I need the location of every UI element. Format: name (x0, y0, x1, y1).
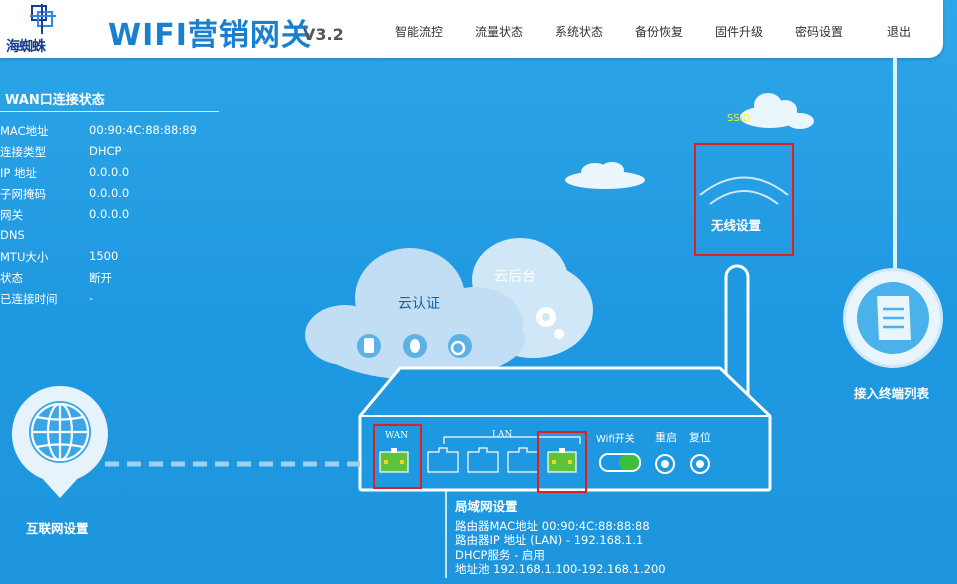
status-value: 0.0.0.0 (89, 207, 130, 221)
lan-info-line: DHCP服务 - 启用 (455, 547, 545, 562)
status-key: MAC地址 (0, 124, 49, 138)
status-value: 00:90:4C:88:88:89 (89, 123, 197, 137)
status-key: 子网掩码 (0, 187, 46, 201)
status-value: 断开 (89, 271, 112, 285)
status-value: 1500 (89, 249, 119, 263)
lan-port-highlight[interactable] (537, 431, 587, 493)
reboot-label: 重启 (655, 431, 677, 444)
wireless-settings-button[interactable]: 无线设置 (694, 143, 794, 256)
cloud-backend-label[interactable]: 云后台 (494, 266, 536, 286)
lan-info-line: 路由器IP 地址 (LAN) - 192.168.1.1 (455, 533, 644, 547)
status-value: 0.0.0.0 (89, 186, 130, 200)
ssid-label: SSID (727, 113, 751, 124)
status-key: 状态 (0, 271, 23, 285)
status-key: IP 地址 (0, 166, 37, 180)
reset-label: 复位 (689, 431, 711, 444)
clients-list-icon (843, 268, 943, 368)
clients-list-label[interactable]: 接入终端列表 (854, 383, 929, 402)
status-key: 已连接时间 (0, 292, 58, 306)
reboot-button[interactable] (654, 453, 676, 475)
status-value: DHCP (89, 144, 122, 158)
divider (0, 111, 219, 112)
network-diagram (11, 58, 943, 578)
lan-label: LAN (492, 430, 513, 440)
wifi-switch-label: Wifi开关 (596, 434, 635, 445)
status-key: DNS (0, 228, 25, 242)
status-value: 0.0.0.0 (89, 165, 130, 179)
wifi-toggle[interactable] (598, 452, 642, 473)
wan-port-highlight[interactable] (373, 424, 422, 489)
lan-settings-title: 局域网设置 (455, 499, 518, 514)
status-key: 网关 (0, 208, 23, 222)
wireless-settings-label: 无线设置 (711, 218, 762, 233)
wan-status-title: WAN口连接状态 (5, 93, 105, 108)
status-value: - (89, 291, 94, 305)
lan-info-line: 地址池 192.168.1.100-192.168.1.200 (455, 562, 666, 576)
cloud-auth-label[interactable]: 云认证 (398, 293, 440, 313)
reset-button[interactable] (689, 453, 711, 475)
status-key: 连接类型 (0, 145, 46, 159)
status-key: MTU大小 (0, 250, 49, 264)
internet-settings-label[interactable]: 互联网设置 (26, 518, 89, 537)
lan-info-line: 路由器MAC地址 00:90:4C:88:88:88 (455, 518, 650, 533)
globe-icon (11, 386, 108, 498)
lan-settings-info[interactable]: 局域网设置 路由器MAC地址 00:90:4C:88:88:88 路由器IP 地… (455, 499, 666, 577)
